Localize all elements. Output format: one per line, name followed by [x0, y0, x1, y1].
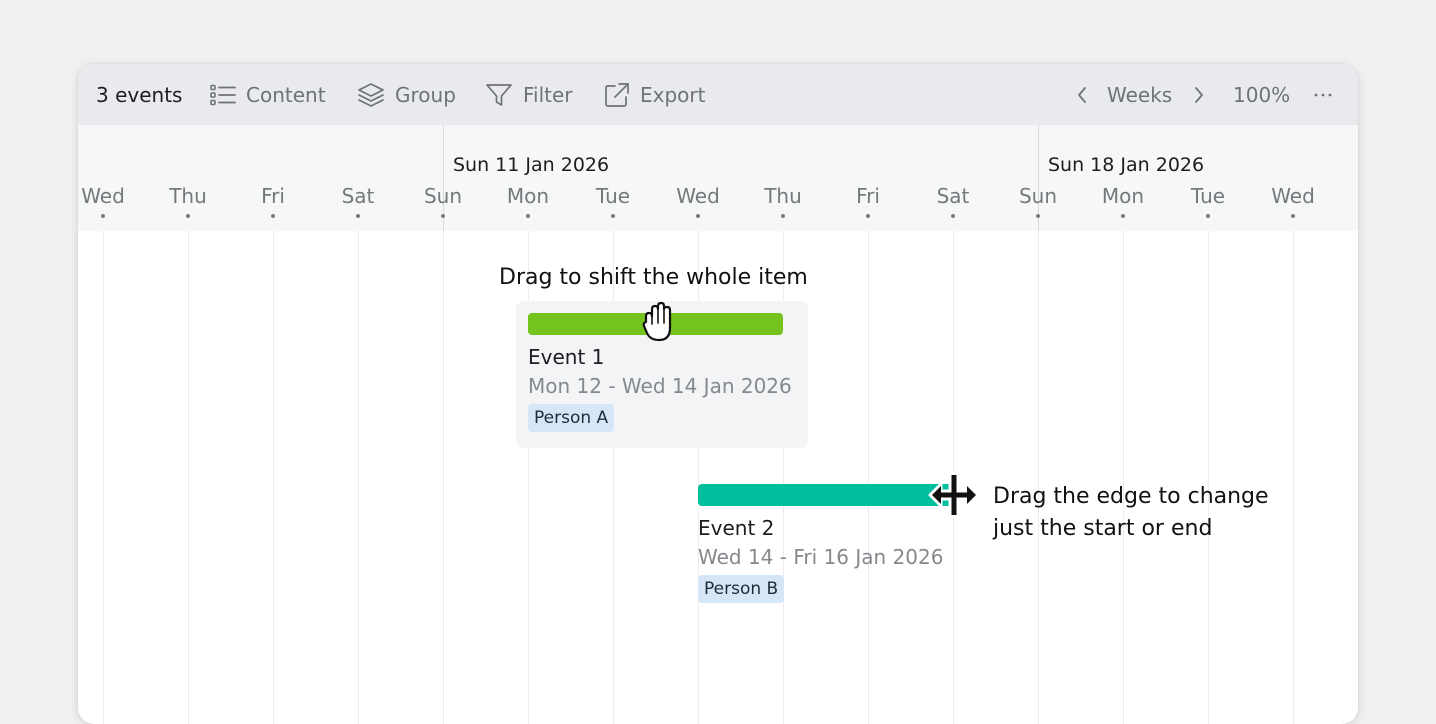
- day-label: Wed: [1271, 184, 1315, 208]
- day-label: Tue: [1190, 184, 1226, 208]
- timeline-card: 3 events Content Group Filter Export Wee…: [78, 64, 1358, 724]
- day-label: Sat: [341, 184, 375, 208]
- event-count: 3 events: [96, 82, 183, 107]
- event-1-title: Event 1: [528, 345, 605, 369]
- chevron-right-icon: [1193, 86, 1205, 104]
- more-button[interactable]: [1313, 64, 1333, 125]
- day-grid-line: [273, 231, 274, 724]
- content-label: Content: [246, 82, 326, 107]
- day-label: Mon: [506, 184, 550, 208]
- day-dot: [1206, 214, 1210, 218]
- resize-hint-line-2: just the start or end: [993, 516, 1213, 541]
- day-dot: [186, 214, 190, 218]
- chevron-left-icon: [1076, 86, 1088, 104]
- content-button[interactable]: Content: [210, 64, 326, 125]
- day-label: Wed: [81, 184, 125, 208]
- day-label: Thu: [169, 184, 207, 208]
- day-label: Wed: [676, 184, 720, 208]
- day-dot: [1291, 214, 1295, 218]
- day-label: Mon: [1101, 184, 1145, 208]
- resize-horizontal-cursor-icon: [928, 470, 980, 524]
- event-2-title: Event 2: [698, 516, 775, 540]
- day-label: Sun: [423, 184, 463, 208]
- list-icon: [210, 83, 236, 107]
- day-grid-line: [358, 231, 359, 724]
- day-grid-line: [1123, 231, 1124, 724]
- event-1-dates: Mon 12 - Wed 14 Jan 2026: [528, 374, 792, 398]
- event-2-dates: Wed 14 - Fri 16 Jan 2026: [698, 545, 944, 569]
- day-grid-line: [1293, 231, 1294, 724]
- next-period-button[interactable]: [1193, 64, 1205, 125]
- day-dot: [526, 214, 530, 218]
- move-hint: Drag to shift the whole item: [499, 265, 808, 290]
- event-2-person-tag: Person B: [698, 575, 785, 603]
- prev-period-button[interactable]: [1076, 64, 1088, 125]
- day-dot: [951, 214, 955, 218]
- day-dot: [1036, 214, 1040, 218]
- scale-select[interactable]: Weeks: [1107, 64, 1172, 125]
- day-label: Fri: [856, 184, 880, 208]
- day-dot: [1121, 214, 1125, 218]
- export-button[interactable]: Export: [604, 64, 705, 125]
- zoom-select[interactable]: 100%: [1233, 64, 1290, 125]
- day-dot: [356, 214, 360, 218]
- grab-hand-cursor-icon: [640, 300, 678, 348]
- toolbar: 3 events Content Group Filter Export Wee…: [78, 64, 1358, 125]
- day-grid-line: [188, 231, 189, 724]
- event-2-bar[interactable]: [698, 484, 953, 506]
- day-grid-line: [868, 231, 869, 724]
- layers-icon: [357, 82, 385, 108]
- week-label: Sun 11 Jan 2026: [453, 154, 610, 176]
- ellipsis-icon: [1313, 92, 1333, 98]
- day-grid-line: [1038, 231, 1039, 724]
- external-link-icon: [604, 82, 630, 108]
- filter-icon: [485, 82, 513, 108]
- day-dot: [611, 214, 615, 218]
- day-label: Sat: [936, 184, 970, 208]
- day-dot: [271, 214, 275, 218]
- day-dot: [696, 214, 700, 218]
- export-label: Export: [640, 82, 706, 107]
- event-1-person-tag: Person A: [528, 404, 615, 432]
- day-label: Thu: [764, 184, 802, 208]
- day-label: Fri: [261, 184, 285, 208]
- day-label: Sun: [1018, 184, 1058, 208]
- resize-hint-line-1: Drag the edge to change: [993, 484, 1269, 509]
- filter-button[interactable]: Filter: [485, 64, 573, 125]
- filter-label: Filter: [523, 82, 573, 107]
- day-dot: [441, 214, 445, 218]
- zoom-label: 100%: [1233, 82, 1291, 107]
- week-label: Sun 18 Jan 2026: [1048, 154, 1205, 176]
- date-header: Sun 11 Jan 2026 Sun 18 Jan 2026: [78, 125, 1358, 231]
- day-dot: [866, 214, 870, 218]
- day-grid-line: [1208, 231, 1209, 724]
- day-dot: [101, 214, 105, 218]
- day-grid-line: [443, 231, 444, 724]
- day-grid-line: [103, 231, 104, 724]
- group-button[interactable]: Group: [357, 64, 456, 125]
- scale-label: Weeks: [1107, 82, 1173, 107]
- group-label: Group: [395, 82, 456, 107]
- day-label: Tue: [595, 184, 631, 208]
- day-dot: [781, 214, 785, 218]
